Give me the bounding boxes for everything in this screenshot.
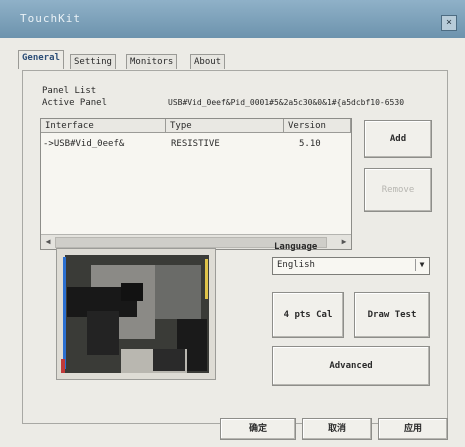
language-select[interactable]: English ▼ (272, 257, 430, 275)
row-interface[interactable]: ->USB#Vid_0eef& (43, 139, 124, 149)
four-pts-cal-button[interactable]: 4 pts Cal (272, 292, 344, 338)
language-value: English (277, 260, 315, 270)
active-panel-value: USB#Vid_0eef&Pid_0001#5&2a5c30&0&1#{a5dc… (168, 98, 405, 107)
ok-button[interactable]: 确定 (220, 418, 296, 440)
tab-about[interactable]: About (190, 54, 226, 69)
language-label: Language (274, 242, 318, 252)
tab-setting[interactable]: Setting (70, 54, 116, 69)
close-icon[interactable]: × (441, 15, 457, 31)
scroll-right-icon[interactable]: ▶ (338, 236, 350, 247)
row-version[interactable]: 5.10 (299, 139, 321, 149)
draw-test-button[interactable]: Draw Test (354, 292, 430, 338)
scroll-left-icon[interactable]: ◀ (42, 236, 54, 247)
apply-button[interactable]: 应用 (378, 418, 448, 440)
remove-button[interactable]: Remove (364, 168, 432, 212)
column-interface[interactable]: Interface (41, 119, 166, 133)
column-type[interactable]: Type (166, 119, 284, 133)
add-button[interactable]: Add (364, 120, 432, 158)
advanced-button[interactable]: Advanced (272, 346, 430, 386)
cancel-button[interactable]: 取消 (302, 418, 372, 440)
tab-monitors[interactable]: Monitors (126, 54, 178, 69)
monitor-preview-graphic (61, 255, 209, 373)
chevron-down-icon[interactable]: ▼ (415, 259, 428, 271)
title-bar: TouchKit × (0, 0, 465, 38)
panel-list-label: Panel List (42, 86, 97, 96)
window-title: TouchKit (20, 12, 81, 25)
tab-general[interactable]: General (18, 50, 64, 69)
row-type[interactable]: RESISTIVE (171, 139, 220, 149)
active-panel-label: Active Panel (42, 98, 108, 108)
panel-list[interactable]: Interface Type Version ->USB#Vid_0eef& R… (40, 118, 352, 250)
column-version[interactable]: Version (284, 119, 351, 133)
monitor-preview-image (56, 248, 216, 380)
